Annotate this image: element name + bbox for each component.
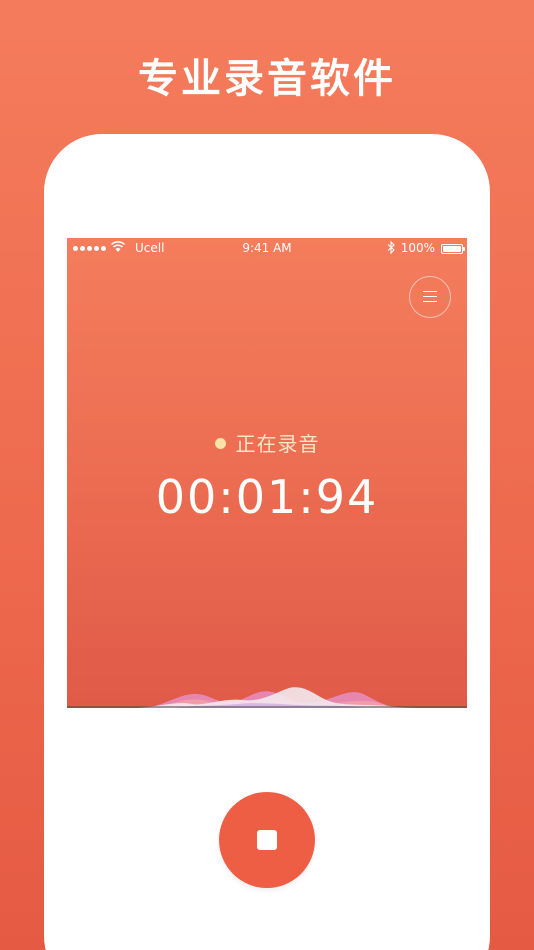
battery-icon [441, 244, 465, 254]
recording-status: 正在录音 [67, 428, 467, 457]
stop-icon [257, 830, 277, 850]
bluetooth-icon [387, 241, 395, 254]
menu-icon [423, 291, 437, 303]
menu-button[interactable] [409, 276, 451, 318]
page: 专业录音软件 Ucell 9:41 AM 100% 正在录音 00:01:94 [0, 0, 534, 950]
status-bar: Ucell 9:41 AM 100% [67, 238, 467, 260]
promo-title: 专业录音软件 [138, 56, 396, 102]
recording-indicator-dot [214, 438, 226, 449]
app-screen: Ucell 9:41 AM 100% 正在录音 00:01:94 [67, 238, 467, 708]
audio-waveform [67, 687, 467, 708]
recording-status-label: 正在录音 [235, 432, 320, 456]
phone-frame: Ucell 9:41 AM 100% 正在录音 00:01:94 [44, 134, 490, 950]
recording-timer: 00:01:94 [155, 470, 379, 524]
stop-recording-button[interactable] [219, 792, 315, 888]
battery-percent: 100% [400, 241, 435, 255]
